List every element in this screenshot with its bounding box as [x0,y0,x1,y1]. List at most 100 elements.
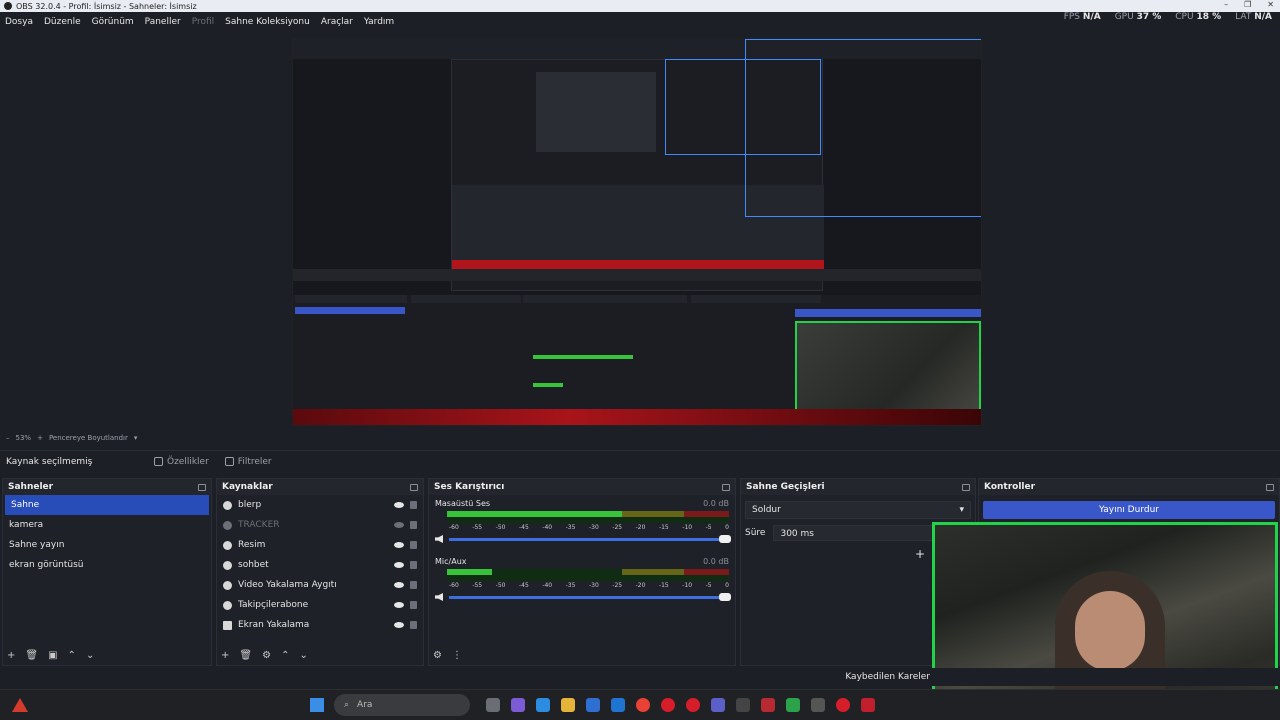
speaker-icon[interactable] [435,535,443,543]
edge-icon[interactable] [536,698,550,712]
mixer-menu-button[interactable]: ⋮ [452,650,462,661]
eye-icon[interactable] [394,602,404,608]
opera-gx-icon[interactable] [686,698,700,712]
lock-icon[interactable] [410,621,417,629]
remove-scene-button[interactable]: 🗑 [25,650,38,661]
filters-label: Filtreler [237,456,272,467]
source-settings-button[interactable]: ⚙ [262,650,271,661]
folder-icon[interactable] [561,698,575,712]
eye-icon[interactable] [394,622,404,628]
move-up-button[interactable]: ⌃ [68,650,76,661]
app-icon[interactable] [786,698,800,712]
transition-select[interactable]: Soldur ▾ [745,501,971,519]
duration-input[interactable]: 300 ms [773,525,950,541]
minimize-button[interactable]: – [1224,0,1228,9]
dock-menu-icon[interactable] [1266,483,1274,491]
nested-selection-box [665,59,821,155]
menu-tools[interactable]: Araçlar [321,17,353,27]
eye-icon[interactable] [394,562,404,568]
status-bar: Kaybedilen Kareler [0,668,1280,686]
dock-menu-icon[interactable] [962,483,970,491]
menu-view[interactable]: Görünüm [92,17,134,27]
eye-icon[interactable] [394,502,404,508]
menu-edit[interactable]: Düzenle [44,17,81,27]
lock-icon[interactable] [410,601,417,609]
advanced-audio-button[interactable]: ⚙ [433,650,442,661]
menu-scene-collection[interactable]: Sahne Koleksiyonu [225,17,310,27]
copilot-icon[interactable] [511,698,525,712]
volume-slider[interactable] [449,592,731,601]
move-down-button[interactable]: ⌄ [299,650,307,661]
volume-knob[interactable] [719,534,731,543]
eye-icon[interactable] [394,582,404,588]
source-item[interactable]: Video Yakalama Aygıtı [217,575,423,595]
move-up-button[interactable]: ⌃ [281,650,289,661]
gear-icon [154,457,163,466]
lock-icon[interactable] [410,561,417,569]
scene-item[interactable]: ekran görüntüsü [3,555,211,575]
preview-canvas[interactable] [292,38,982,426]
filter-icon [224,457,234,466]
chevron-down-icon[interactable]: ▾ [134,434,138,442]
dock-menu-icon[interactable] [198,483,206,491]
task-view-icon[interactable] [486,698,500,712]
app-icon[interactable] [761,698,775,712]
source-item[interactable]: Takipçilerabone [217,595,423,615]
zoom-in-button[interactable]: + [37,434,43,442]
source-item[interactable]: TRACKER [217,515,423,535]
scene-item[interactable]: kamera [3,515,211,535]
opera-icon[interactable] [661,698,675,712]
eye-hidden-icon[interactable] [394,522,404,528]
stop-streaming-button[interactable]: Yayını Durdur [983,501,1275,519]
sources-dock: Kaynaklar blerp TRACKER Resim sohbet Vid… [216,478,424,666]
store-icon[interactable] [586,698,600,712]
app-logo-icon[interactable] [12,698,28,712]
speaker-icon[interactable] [435,593,443,601]
chrome-icon[interactable] [636,698,650,712]
app-icon[interactable] [736,698,750,712]
zoom-out-button[interactable]: – [6,434,10,442]
lock-icon[interactable] [410,541,417,549]
menu-help[interactable]: Yardım [364,17,394,27]
camera-icon [223,580,232,590]
teams-icon[interactable] [711,698,725,712]
properties-button[interactable]: Özellikler [148,454,215,470]
lock-icon[interactable] [410,581,417,589]
app-icon[interactable] [861,698,875,712]
lock-icon[interactable] [410,501,417,509]
move-down-button[interactable]: ⌄ [86,650,94,661]
add-source-button[interactable]: + [221,650,229,661]
tick-label: -50 [495,582,506,589]
outlook-icon[interactable] [611,698,625,712]
app-icon[interactable] [836,698,850,712]
taskbar-search[interactable]: ⌕ Ara [334,694,470,716]
fit-to-window[interactable]: Pencereye Boyutlandır [49,434,128,442]
menu-docks[interactable]: Paneller [145,17,181,27]
source-item[interactable]: sohbet [217,555,423,575]
volume-meter [447,569,729,581]
scenes-dock: Sahneler Sahne kamera Sahne yayın ekran … [2,478,212,666]
source-item[interactable]: blerp [217,495,423,515]
dock-menu-icon[interactable] [722,483,730,491]
source-item[interactable]: Ekran Yakalama [217,615,423,635]
menu-file[interactable]: Dosya [5,17,33,27]
close-button[interactable]: ✕ [1267,0,1274,9]
scene-item[interactable]: Sahne [5,495,209,515]
source-item[interactable]: Resim [217,535,423,555]
menu-profile[interactable]: Profil [192,17,214,27]
volume-slider[interactable] [449,534,731,543]
scene-filters-button[interactable]: ▣ [48,650,57,661]
filters-button[interactable]: Filtreler [219,454,278,470]
obs-taskbar-icon[interactable] [811,698,825,712]
volume-knob[interactable] [719,592,731,601]
lock-icon[interactable] [410,521,417,529]
eye-icon[interactable] [394,542,404,548]
dock-menu-icon[interactable] [410,483,418,491]
nested-meter-2 [533,383,563,387]
scene-item[interactable]: Sahne yayın [3,535,211,555]
start-icon[interactable] [310,698,324,712]
remove-source-button[interactable]: 🗑 [239,650,252,661]
restore-button[interactable]: ❐ [1244,0,1251,9]
tick-label: -10 [682,582,693,589]
add-scene-button[interactable]: + [7,650,15,661]
